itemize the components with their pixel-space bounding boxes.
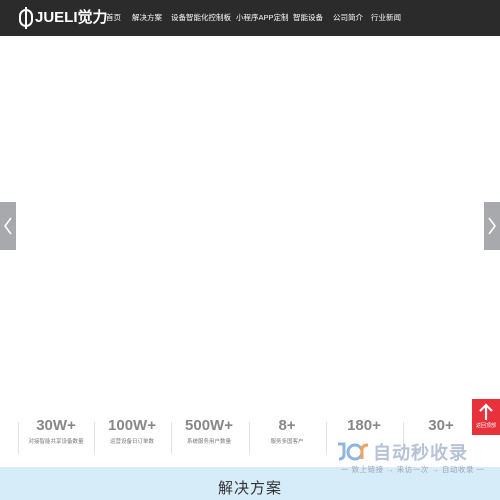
logo-mark-icon bbox=[19, 7, 33, 29]
stat-value: 100W+ bbox=[108, 417, 156, 434]
stat-item: 100W+ 运营设备日订单数 bbox=[94, 416, 170, 458]
nav-item-about[interactable]: 公司简介 bbox=[333, 0, 363, 36]
stat-label: 服务多国客户 bbox=[270, 439, 304, 445]
watermark: 自动秒收录 一 致上链接 → 来访一次 → 自动收录 一 bbox=[335, 440, 485, 476]
stat-value: 180+ bbox=[347, 417, 381, 434]
logo-text: JUELI觉力 bbox=[35, 9, 108, 26]
stat-label: 运营设备日订单数 bbox=[109, 439, 154, 445]
nav-item-home[interactable]: 首页 bbox=[106, 0, 121, 36]
stat-value: 30W+ bbox=[36, 417, 76, 434]
stat-label: 系统服务用户数量 bbox=[186, 439, 231, 445]
nav-item-devices[interactable]: 智能设备 bbox=[293, 0, 323, 36]
solutions-title: 解决方案 bbox=[217, 480, 282, 497]
chevron-right-icon bbox=[488, 217, 496, 235]
stat-value: 500W+ bbox=[185, 417, 233, 434]
nav-item-control-board[interactable]: 设备智能化控制板 bbox=[171, 0, 231, 36]
stat-value: 8+ bbox=[278, 417, 296, 434]
carousel-prev-button[interactable] bbox=[0, 202, 16, 250]
hero-carousel bbox=[0, 36, 500, 414]
page: JUELI觉力 首页 解决方案 设备智能化控制板 小程序APP定制 智能设备 公… bbox=[0, 0, 500, 500]
nav-item-solutions[interactable]: 解决方案 bbox=[132, 0, 162, 36]
top-header: JUELI觉力 首页 解决方案 设备智能化控制板 小程序APP定制 智能设备 公… bbox=[0, 0, 500, 36]
arrow-up-icon bbox=[479, 403, 493, 420]
back-to-top-button[interactable]: 返回顶部 bbox=[472, 399, 500, 435]
watermark-logo-icon bbox=[338, 442, 369, 461]
watermark-subtitle: 一 致上链接 → 来访一次 → 自动收录 一 bbox=[341, 465, 485, 474]
stat-item: 30W+ 对接智能共享设备数量 bbox=[18, 416, 94, 458]
watermark-title: 自动秒收录 bbox=[373, 443, 468, 463]
nav-item-miniprogram[interactable]: 小程序APP定制 bbox=[236, 0, 289, 36]
stat-item: 500W+ 系统服务用户数量 bbox=[171, 416, 247, 458]
chevron-left-icon bbox=[4, 217, 12, 235]
carousel-next-button[interactable] bbox=[484, 202, 500, 250]
back-to-top-label: 返回顶部 bbox=[475, 423, 496, 429]
stat-item: 8+ 服务多国客户 bbox=[249, 416, 325, 458]
site-logo[interactable]: JUELI觉力 bbox=[19, 0, 108, 36]
stat-value: 30+ bbox=[428, 417, 454, 434]
stat-label: 对接智能共享设备数量 bbox=[28, 439, 84, 445]
nav-item-news[interactable]: 行业新闻 bbox=[371, 0, 401, 36]
